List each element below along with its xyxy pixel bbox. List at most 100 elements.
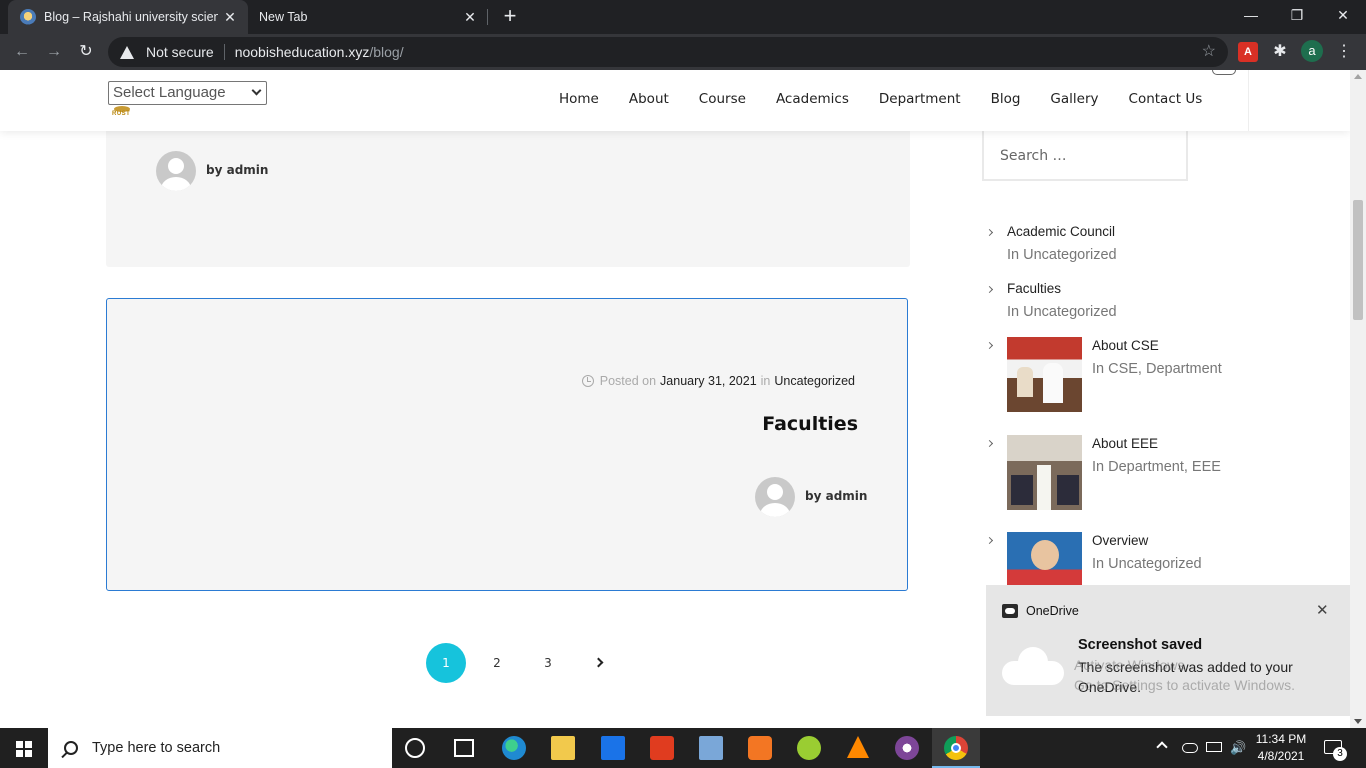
- chevron-right-icon[interactable]: [593, 657, 604, 668]
- page-2[interactable]: 2: [477, 643, 517, 683]
- onedrive-tray-icon[interactable]: [1182, 743, 1198, 753]
- author-name[interactable]: by admin: [805, 489, 867, 503]
- security-label[interactable]: Not secure: [146, 44, 214, 60]
- vlc-icon[interactable]: [847, 736, 869, 758]
- post-card: by admin: [106, 110, 910, 267]
- author-avatar[interactable]: [755, 477, 795, 517]
- mail-icon[interactable]: [601, 736, 625, 760]
- nav-academics[interactable]: Academics: [761, 91, 864, 107]
- header-search-icon[interactable]: [1212, 70, 1236, 75]
- android-studio-icon[interactable]: [797, 736, 821, 760]
- volume-icon[interactable]: 🔊: [1230, 740, 1246, 756]
- tray-chevron-up-icon[interactable]: [1156, 741, 1168, 753]
- file-explorer-icon[interactable]: [551, 736, 575, 760]
- chevron-down-icon: [251, 85, 262, 96]
- edge-icon[interactable]: [502, 736, 526, 760]
- omnibox-divider: [223, 44, 225, 60]
- post-date[interactable]: January 31, 2021: [660, 374, 757, 388]
- recent-post-title[interactable]: Overview: [1092, 533, 1148, 548]
- warning-icon[interactable]: [120, 45, 134, 59]
- logo-text: RUST: [112, 111, 131, 117]
- tab-blog[interactable]: Blog – Rajshahi university science ✕: [8, 0, 248, 34]
- xampp-icon[interactable]: [748, 736, 772, 760]
- clock-time[interactable]: 11:34 PM: [1253, 732, 1309, 746]
- remote-desktop-icon[interactable]: [699, 736, 723, 760]
- language-select[interactable]: Select Language: [108, 81, 267, 105]
- onedrive-toast[interactable]: OneDrive ✕ Screenshot saved The screensh…: [986, 585, 1350, 716]
- tab-title: Blog – Rajshahi university science: [44, 10, 218, 24]
- tor-browser-icon[interactable]: [895, 736, 919, 760]
- site-header: Select Language RUST Home About Course A…: [0, 70, 1350, 131]
- new-tab-button[interactable]: +: [498, 4, 522, 30]
- watermark-line2: Go to Settings to activate Windows.: [1074, 677, 1295, 693]
- tab-close-icon[interactable]: ✕: [218, 9, 242, 26]
- recent-post-title[interactable]: Faculties: [1007, 281, 1061, 296]
- post-meta: Posted on January 31, 2021 in Uncategori…: [581, 374, 855, 388]
- author-name[interactable]: by admin: [206, 163, 268, 177]
- nav-blog[interactable]: Blog: [976, 91, 1036, 107]
- nav-home[interactable]: Home: [544, 91, 614, 107]
- nav-contact-us[interactable]: Contact Us: [1114, 91, 1218, 107]
- taskbar-search-placeholder: Type here to search: [92, 740, 221, 756]
- nav-course[interactable]: Course: [684, 91, 761, 107]
- recent-post-title[interactable]: About EEE: [1092, 436, 1158, 451]
- tab-close-icon[interactable]: ✕: [458, 9, 482, 26]
- profile-avatar[interactable]: a: [1301, 40, 1323, 62]
- close-icon[interactable]: ✕: [1316, 601, 1329, 619]
- windows-start-icon[interactable]: [16, 741, 32, 757]
- page-1[interactable]: 1: [426, 643, 466, 683]
- nav-gallery[interactable]: Gallery: [1035, 91, 1113, 107]
- url-path[interactable]: /blog/: [369, 44, 403, 60]
- reload-icon[interactable]: ↻: [74, 40, 98, 64]
- site-logo[interactable]: RUST: [108, 106, 136, 120]
- post-category[interactable]: Uncategorized: [774, 374, 855, 388]
- tab-title: New Tab: [259, 10, 308, 24]
- chevron-right-icon: [985, 536, 994, 545]
- notification-count-badge: 3: [1333, 747, 1347, 761]
- nav-department[interactable]: Department: [864, 91, 976, 107]
- clock-date[interactable]: 4/8/2021: [1253, 749, 1309, 763]
- scroll-up-icon[interactable]: [1354, 74, 1362, 79]
- scroll-thumb[interactable]: [1353, 200, 1363, 320]
- task-view-icon[interactable]: [454, 739, 474, 757]
- minimize-button[interactable]: —: [1228, 4, 1274, 28]
- chevron-right-icon: [985, 228, 994, 237]
- bookmark-star-icon[interactable]: ☆: [1202, 41, 1216, 61]
- page-3[interactable]: 3: [528, 643, 568, 683]
- address-bar[interactable]: Not secure noobisheducation.xyz /blog/ ☆: [108, 37, 1228, 67]
- chrome-icon[interactable]: [944, 736, 968, 760]
- taskbar-search-box[interactable]: Type here to search: [48, 728, 392, 768]
- recent-post-thumbnail[interactable]: [1007, 337, 1082, 412]
- office-icon[interactable]: [650, 736, 674, 760]
- post-title[interactable]: Faculties: [762, 413, 858, 435]
- clock-icon: [581, 375, 594, 387]
- sidebar-search-input[interactable]: Search …: [982, 131, 1188, 181]
- recent-post-title[interactable]: About CSE: [1092, 338, 1159, 353]
- browser-menu-icon[interactable]: ⋮: [1334, 42, 1354, 62]
- recent-post-title[interactable]: Academic Council: [1007, 224, 1115, 239]
- browser-toolbar: ← → ↻ Not secure noobisheducation.xyz /b…: [0, 34, 1366, 70]
- nav-about[interactable]: About: [614, 91, 684, 107]
- posted-on-label: Posted on: [599, 374, 657, 388]
- chevron-right-icon: [985, 285, 994, 294]
- forward-arrow-icon[interactable]: →: [42, 40, 66, 64]
- main-nav: Home About Course Academics Department B…: [544, 91, 1217, 107]
- close-window-button[interactable]: ✕: [1320, 4, 1366, 28]
- recent-post-thumbnail[interactable]: [1007, 435, 1082, 510]
- restore-button[interactable]: ❐: [1274, 4, 1320, 28]
- header-divider: [1248, 70, 1249, 131]
- cloud-icon: [1002, 645, 1064, 685]
- pdf-extension-icon[interactable]: A: [1238, 42, 1258, 62]
- author-avatar[interactable]: [156, 151, 196, 191]
- url-host[interactable]: noobisheducation.xyz: [235, 44, 370, 60]
- cortana-icon[interactable]: [405, 738, 425, 758]
- tab-new-tab[interactable]: New Tab ✕: [248, 0, 488, 34]
- tab-separator: [487, 9, 488, 25]
- extensions-puzzle-icon[interactable]: ✱: [1270, 42, 1290, 62]
- page-scrollbar[interactable]: [1350, 70, 1366, 728]
- toast-title: Screenshot saved: [1078, 637, 1203, 653]
- back-arrow-icon[interactable]: ←: [10, 40, 34, 64]
- battery-icon[interactable]: [1206, 742, 1222, 752]
- scroll-down-icon[interactable]: [1354, 719, 1362, 724]
- watermark-line1: Activate Windows: [1074, 657, 1185, 673]
